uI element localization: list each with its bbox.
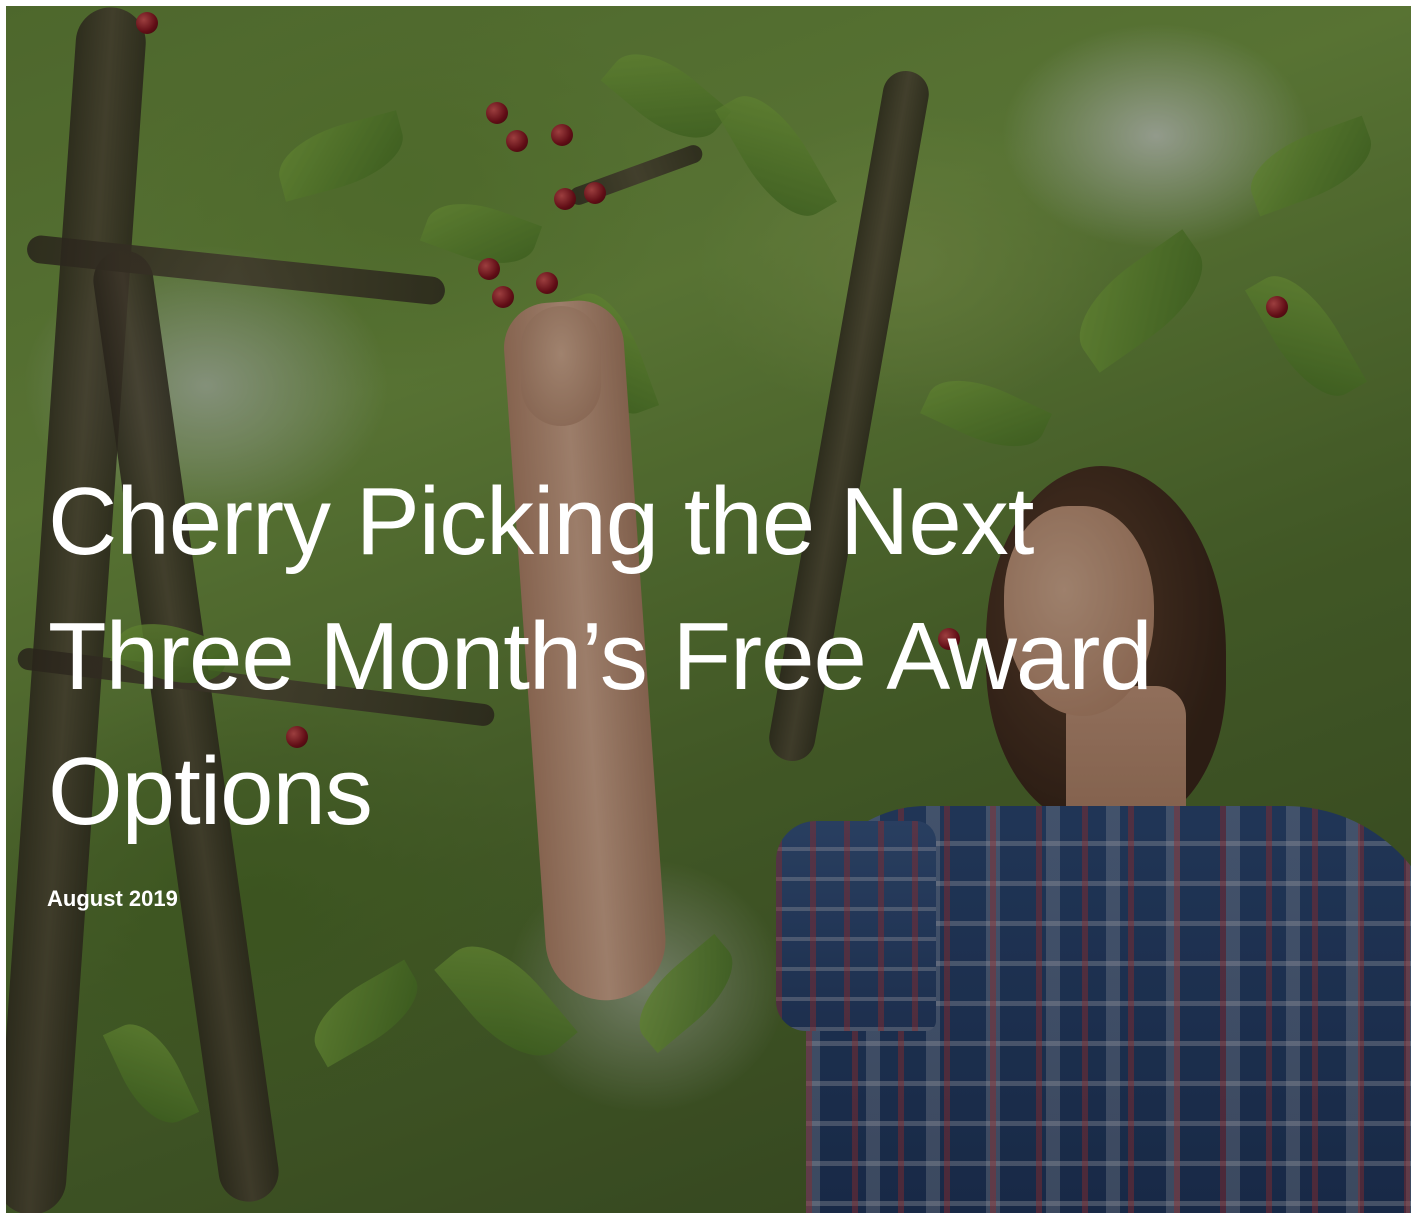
hero-title-line-2: Three Month’s Free Award [48,603,1153,710]
publish-date: August 2019 [47,886,178,911]
hero-title-line-3: Options [48,738,373,845]
hero-title: Cherry Picking the Next Three Month’s Fr… [48,454,1308,859]
hero-title-line-1: Cherry Picking the Next [48,468,1034,575]
hero-banner: Cherry Picking the Next Three Month’s Fr… [6,6,1411,1213]
